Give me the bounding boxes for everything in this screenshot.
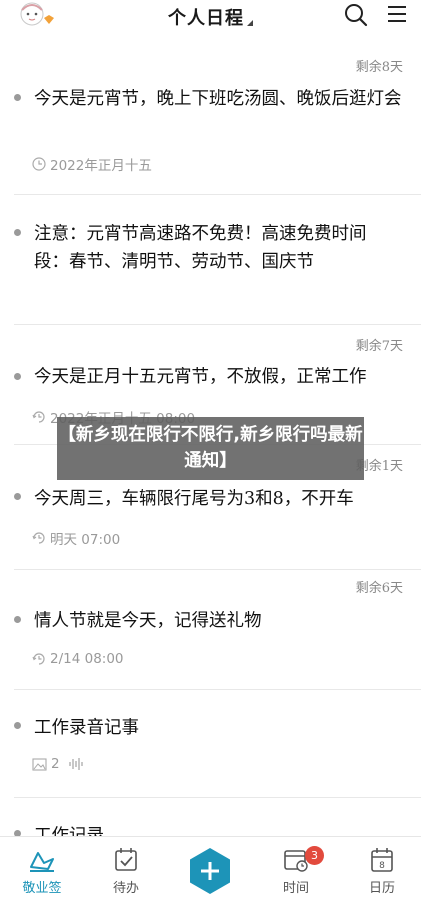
todo-check-icon — [115, 848, 137, 871]
item-text: 今天周三，车辆限行尾号为3和8，不开车 — [34, 489, 354, 509]
bullet-dot — [14, 373, 21, 380]
calendar-day: 8 — [379, 861, 385, 871]
item-text: 工作记录 — [34, 826, 104, 836]
item-meta: 2 — [32, 756, 88, 772]
bottom-tab-bar: 敬业签 待办 时间 8 日历 — [0, 836, 421, 897]
header-bar: 个人日程 — [0, 0, 421, 40]
add-icon[interactable] — [188, 847, 232, 895]
tab-jingyeqian[interactable]: 敬业签 — [0, 837, 84, 897]
search-icon[interactable] — [343, 2, 369, 28]
sign-icon — [30, 852, 54, 872]
item-text: 今天是正月十五元宵节，不放假，正常工作 — [34, 367, 367, 387]
remaining-days: 剩余8天 — [355, 60, 403, 75]
image-icon — [32, 757, 47, 771]
bullet-dot — [14, 722, 21, 729]
repeat-clock-icon — [32, 411, 45, 423]
item-meta: 2/14 08:00 — [32, 651, 124, 667]
tab-label: 日历 — [368, 881, 395, 896]
title-caret-icon — [247, 20, 253, 26]
bullet-dot — [14, 94, 21, 101]
repeat-clock-icon — [32, 532, 45, 544]
item-meta: 2022年正月十五 — [32, 154, 152, 174]
audio-wave-icon — [68, 758, 83, 770]
tab-label: 待办 — [112, 881, 139, 896]
list-item[interactable]: 工作录音记事 2 — [14, 690, 421, 798]
item-text: 今天是元宵节，晚上下班吃汤圆、晚饭后逛灯会 — [34, 89, 402, 109]
tab-label: 敬业签 — [22, 881, 62, 896]
list-item[interactable]: 工作记录 — [14, 798, 421, 836]
tab-label: 时间 — [282, 881, 309, 896]
meta-text: 2022年正月十五 — [50, 158, 152, 174]
tab-calendar[interactable]: 8 日历 — [340, 837, 421, 897]
list-item[interactable]: 剩余6天 情人节就是今天，记得送礼物 2/14 08:00 — [14, 570, 421, 690]
calendar-icon: 8 — [371, 848, 393, 872]
item-text: 注意：元宵节高速路不免费！高速免费时间段：春节、清明节、劳动节、国庆节 — [34, 224, 367, 272]
meta-text: 2 — [51, 756, 60, 772]
bullet-dot — [14, 616, 21, 623]
meta-text: 2/14 08:00 — [50, 651, 124, 667]
item-text: 工作录音记事 — [34, 718, 139, 738]
tab-todo[interactable]: 待办 — [84, 837, 168, 897]
bullet-dot — [14, 229, 21, 236]
remaining-days: 剩余6天 — [355, 581, 403, 596]
overlay-banner: 【新乡现在限行不限行,新乡限行吗最新通知】 — [57, 417, 364, 480]
item-text: 情人节就是今天，记得送礼物 — [34, 611, 262, 631]
bullet-dot — [14, 493, 21, 500]
list-item[interactable]: 注意：元宵节高速路不免费！高速免费时间段：春节、清明节、劳动节、国庆节 — [14, 195, 421, 325]
tab-time[interactable]: 时间 — [254, 837, 338, 897]
repeat-clock-icon — [32, 653, 45, 665]
item-meta: 明天 07:00 — [32, 528, 120, 548]
meta-text: 明天 07:00 — [50, 532, 121, 548]
menu-icon[interactable] — [385, 2, 411, 28]
notification-badge: 3 — [305, 846, 324, 865]
list-item[interactable]: 剩余8天 今天是元宵节，晚上下班吃汤圆、晚饭后逛灯会 2022年正月十五 — [14, 40, 421, 195]
clock-icon — [32, 157, 46, 171]
remaining-days: 剩余7天 — [355, 339, 403, 354]
